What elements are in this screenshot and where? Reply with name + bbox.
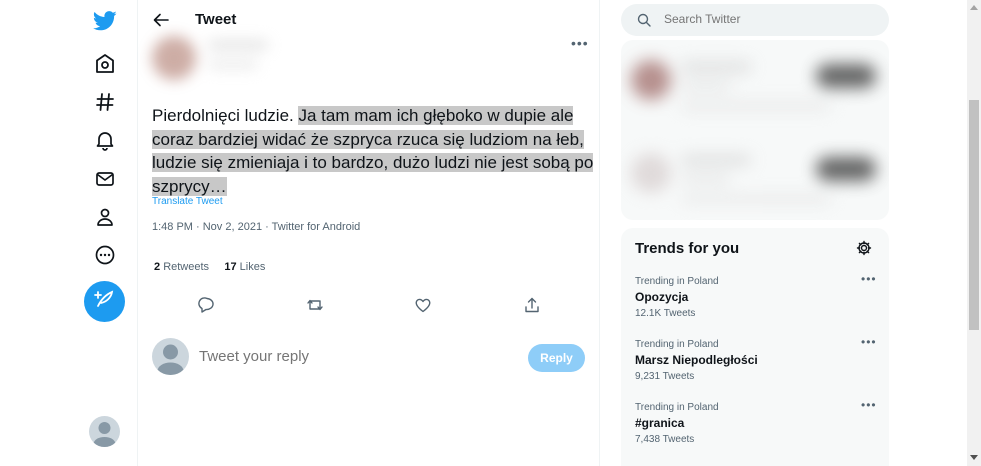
trend-count: 7,438 Tweets xyxy=(635,434,695,445)
twitter-page: Tweet ••• Pierdolnięci ludzie. Ja tam ma… xyxy=(0,0,981,466)
trend-name: #granica xyxy=(635,416,685,430)
main-column: Tweet ••• Pierdolnięci ludzie. Ja tam ma… xyxy=(137,0,600,466)
scroll-down-arrow-icon[interactable] xyxy=(970,455,978,460)
suggested-accounts-blurred xyxy=(621,40,889,220)
reply-input[interactable] xyxy=(199,348,499,365)
trend-more-icon[interactable]: ••• xyxy=(861,272,877,286)
compose-tweet-button[interactable] xyxy=(84,281,125,322)
trend-name: Opozycja xyxy=(635,290,689,304)
scrollbar-thumb[interactable] xyxy=(969,100,979,330)
tweet-stats: 2 Retweets 17 Likes xyxy=(154,261,265,273)
translate-tweet-link[interactable]: Translate Tweet xyxy=(152,196,223,207)
retweet-icon[interactable] xyxy=(306,296,324,314)
twitter-logo-icon[interactable] xyxy=(92,8,118,34)
compose-tweet-icon xyxy=(93,288,116,315)
likes-count: 17 xyxy=(224,261,237,273)
tweet-text-plain: Pierdolnięci ludzie. xyxy=(152,106,299,125)
trend-count: 9,231 Tweets xyxy=(635,371,695,382)
reply-button[interactable]: Reply xyxy=(528,344,585,372)
trend-context: Trending in Poland xyxy=(635,402,719,413)
likes-label: Likes xyxy=(239,261,266,273)
page-title: Tweet xyxy=(195,11,237,28)
account-avatar[interactable] xyxy=(89,416,120,447)
retweets-count: 2 xyxy=(154,261,161,273)
left-navigation xyxy=(80,0,130,466)
search-input[interactable] xyxy=(664,12,864,26)
tweet-more-options-icon[interactable]: ••• xyxy=(571,35,589,51)
reply-user-avatar xyxy=(152,338,189,375)
retweets-label: Retweets xyxy=(163,261,210,273)
profile-person-icon[interactable] xyxy=(92,204,118,230)
share-icon[interactable] xyxy=(523,296,541,314)
home-icon[interactable] xyxy=(92,51,118,77)
search-icon xyxy=(637,13,651,27)
tweet-text: Pierdolnięci ludzie. Ja tam mam ich głęb… xyxy=(152,104,602,198)
scroll-up-arrow-icon[interactable] xyxy=(970,5,978,10)
blurred-account-row xyxy=(631,145,881,215)
search-box[interactable] xyxy=(621,4,889,36)
trend-count: 12.1K Tweets xyxy=(635,308,696,319)
messages-envelope-icon[interactable] xyxy=(92,166,118,192)
more-circle-icon[interactable] xyxy=(92,242,118,268)
back-arrow-icon[interactable] xyxy=(152,11,170,29)
retweets-stat[interactable]: 2 Retweets xyxy=(154,261,209,273)
likes-stat[interactable]: 17 Likes xyxy=(224,261,265,273)
trend-context: Trending in Poland xyxy=(635,339,719,350)
notifications-bell-icon[interactable] xyxy=(92,127,118,153)
like-heart-icon[interactable] xyxy=(414,296,432,314)
blurred-account-row xyxy=(631,52,881,122)
tweet-timestamp-source: 1:48 PM · Nov 2, 2021 · Twitter for Andr… xyxy=(152,221,361,233)
author-info-blurred xyxy=(152,30,272,95)
author-name-redacted xyxy=(208,40,268,50)
gear-icon[interactable] xyxy=(856,240,872,256)
trend-context: Trending in Poland xyxy=(635,276,719,287)
trend-item[interactable]: Trending in Poland Marsz Niepodległości … xyxy=(621,335,889,401)
trend-item[interactable]: Trending in Poland #granica 7,438 Tweets… xyxy=(621,398,889,464)
trend-item[interactable]: Trending in Poland Opozycja 12.1K Tweets… xyxy=(621,272,889,338)
author-avatar xyxy=(152,36,196,80)
page-scrollbar[interactable] xyxy=(967,0,981,466)
author-handle-redacted xyxy=(208,60,258,69)
trends-title: Trends for you xyxy=(635,240,740,257)
trend-more-icon[interactable]: ••• xyxy=(861,398,877,412)
trends-panel: Trends for you Trending in Poland Opozyc… xyxy=(621,228,889,466)
reply-icon[interactable] xyxy=(198,296,216,314)
trend-more-icon[interactable]: ••• xyxy=(861,335,877,349)
explore-hashtag-icon[interactable] xyxy=(92,89,118,115)
trend-name: Marsz Niepodległości xyxy=(635,353,758,367)
